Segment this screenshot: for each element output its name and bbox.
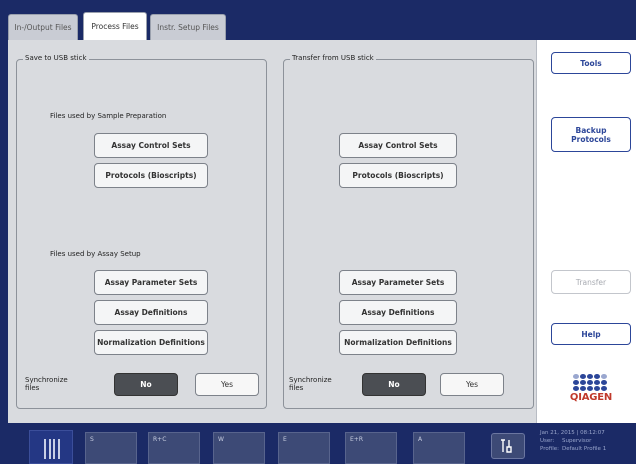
save-sync-label: Synchronize files <box>25 376 68 392</box>
drawer-r-c[interactable]: R+C <box>148 432 200 464</box>
save-assay-definitions-button[interactable]: Assay Definitions <box>94 300 208 325</box>
save-assay-parameter-sets-button[interactable]: Assay Parameter Sets <box>94 270 208 295</box>
qiagen-logo: QIAGEN <box>566 374 616 403</box>
transfer-normalization-definitions-button[interactable]: Normalization Definitions <box>339 330 457 355</box>
drawer-e-r[interactable]: E+R <box>345 432 397 464</box>
right-sidebar: Tools Backup Protocols Transfer Help QIA… <box>536 40 636 423</box>
help-button[interactable]: Help <box>551 323 631 345</box>
transfer-button[interactable]: Transfer <box>551 270 631 294</box>
sample-prep-label: Files used by Sample Preparation <box>50 112 167 120</box>
date-time: Jan 21, 2015 | 08:12:07 <box>540 430 605 436</box>
tab-process-files[interactable]: Process Files <box>83 12 147 40</box>
drawer-e[interactable]: E <box>278 432 330 464</box>
user-value: Supervisor <box>562 438 592 444</box>
save-sync-yes-toggle[interactable]: Yes <box>195 373 259 396</box>
drawer-w-label: W <box>218 436 224 443</box>
transfer-assay-parameter-sets-button[interactable]: Assay Parameter Sets <box>339 270 457 295</box>
drawer-w[interactable]: W <box>213 432 265 464</box>
instrument-icon <box>44 439 60 459</box>
logo-dots-icon <box>573 374 616 391</box>
bottom-bar: S R+C W E E+R A Jan 21, 2015 | 08:12:07 … <box>0 423 636 464</box>
home-button[interactable] <box>29 430 73 464</box>
transfer-sync-no-toggle[interactable]: No <box>362 373 426 396</box>
save-normalization-definitions-button[interactable]: Normalization Definitions <box>94 330 208 355</box>
tab-instr-setup-files[interactable]: Instr. Setup Files <box>150 14 226 40</box>
drawer-e-r-label: E+R <box>350 436 363 443</box>
transfer-assay-control-sets-button[interactable]: Assay Control Sets <box>339 133 457 158</box>
transfer-sync-yes-toggle[interactable]: Yes <box>440 373 504 396</box>
logo-text: QIAGEN <box>569 392 613 403</box>
user-row: User: Supervisor <box>540 437 606 445</box>
transfer-sync-label: Synchronize files <box>289 376 332 392</box>
wrench-screwdriver-icon[interactable] <box>491 433 525 459</box>
transfer-group-title: Transfer from USB stick <box>290 54 376 62</box>
tools-button[interactable]: Tools <box>551 52 631 74</box>
backup-protocols-button[interactable]: Backup Protocols <box>551 117 631 152</box>
tool-glyph <box>501 439 512 453</box>
transfer-assay-definitions-button[interactable]: Assay Definitions <box>339 300 457 325</box>
main-panel: Save to USB stick Files used by Sample P… <box>8 40 536 423</box>
save-group-title: Save to USB stick <box>23 54 89 62</box>
assay-setup-label: Files used by Assay Setup <box>50 250 141 258</box>
drawer-r-c-label: R+C <box>153 436 167 443</box>
save-sync-no-toggle[interactable]: No <box>114 373 178 396</box>
transfer-from-usb-group: Transfer from USB stick Assay Control Se… <box>283 54 534 409</box>
save-to-usb-group: Save to USB stick Files used by Sample P… <box>16 54 267 409</box>
transfer-protocols-button[interactable]: Protocols (Bioscripts) <box>339 163 457 188</box>
save-assay-control-sets-button[interactable]: Assay Control Sets <box>94 133 208 158</box>
profile-value: Default Profile 1 <box>562 446 607 452</box>
profile-label: Profile: <box>540 446 559 452</box>
drawer-s[interactable]: S <box>85 432 137 464</box>
drawer-a-label: A <box>418 436 423 443</box>
drawer-s-label: S <box>90 436 94 443</box>
user-label: User: <box>540 438 555 444</box>
status-info: Jan 21, 2015 | 08:12:07 User: Supervisor … <box>540 429 606 453</box>
tab-in-output-files[interactable]: In-/Output Files <box>8 14 78 40</box>
drawer-e-label: E <box>283 436 287 443</box>
top-tab-bar: In-/Output Files Process Files Instr. Se… <box>0 0 636 40</box>
save-protocols-button[interactable]: Protocols (Bioscripts) <box>94 163 208 188</box>
drawer-a[interactable]: A <box>413 432 465 464</box>
profile-row: Profile: Default Profile 1 <box>540 445 606 453</box>
